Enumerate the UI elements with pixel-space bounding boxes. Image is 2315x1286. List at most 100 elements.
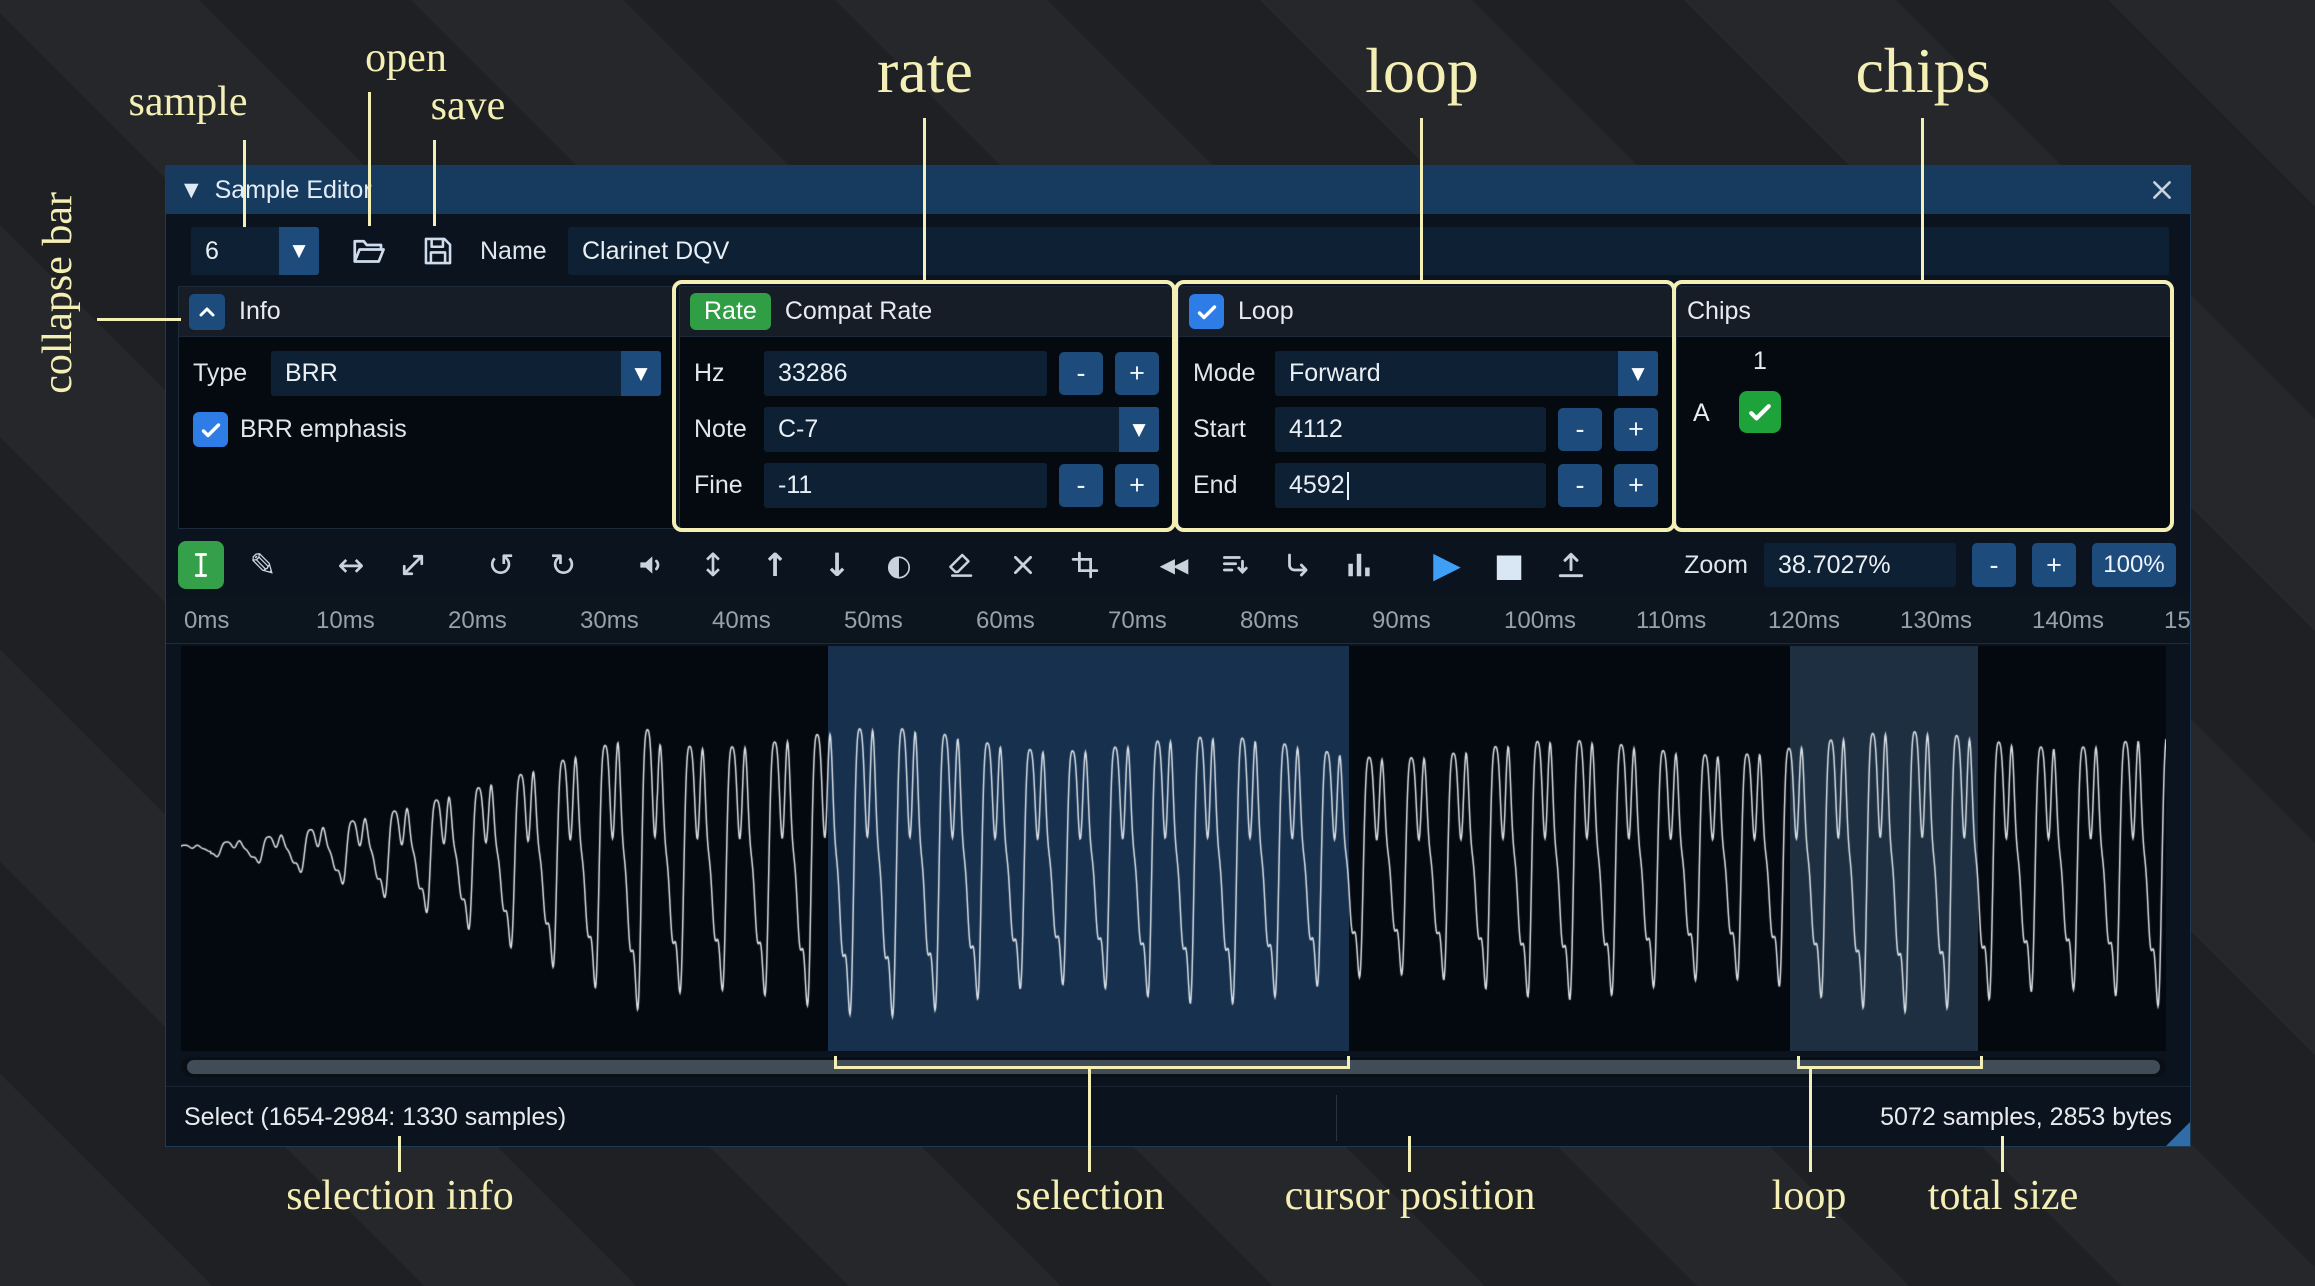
zoom-in-button[interactable]: +: [2032, 543, 2076, 587]
window-title: Sample Editor: [214, 175, 372, 204]
loop-start-input[interactable]: 4112: [1275, 407, 1546, 452]
play-button[interactable]: ▶: [1424, 541, 1470, 589]
delete-button[interactable]: [1000, 541, 1046, 589]
horizontal-arrows-icon: ↔: [337, 546, 365, 584]
pencil-icon: ✎: [249, 546, 277, 584]
loop-panel-title: Loop: [1238, 297, 1294, 325]
annotation-selection-info: selection info: [286, 1173, 514, 1219]
stop-button[interactable]: ■: [1486, 541, 1532, 589]
fine-input[interactable]: -11: [764, 463, 1047, 508]
normalize-button[interactable]: ↕: [690, 541, 736, 589]
filter-button[interactable]: [1212, 541, 1258, 589]
check-icon: [1749, 404, 1771, 421]
loop-end-decrement-button[interactable]: -: [1558, 464, 1602, 507]
export-button[interactable]: [1548, 541, 1594, 589]
redo-button[interactable]: ↻: [540, 541, 586, 589]
loop-end-label: End: [1193, 471, 1238, 499]
zoom-out-button[interactable]: -: [1972, 543, 2016, 587]
sample-type-select[interactable]: BRR ▼: [271, 351, 661, 396]
fade-in-button[interactable]: ↑: [752, 541, 798, 589]
arrow-up-icon: ↑: [761, 546, 789, 584]
text-cursor: [1346, 471, 1349, 500]
fine-increment-button[interactable]: +: [1115, 464, 1159, 507]
loop-start-increment-button[interactable]: +: [1614, 408, 1658, 451]
zoom-label: Zoom: [1684, 550, 1748, 579]
fade-out-button[interactable]: ↓: [814, 541, 860, 589]
sample-selector[interactable]: 6 ▼: [191, 227, 319, 275]
hz-input[interactable]: 33286: [764, 351, 1047, 396]
ruler-tick: 130ms: [1900, 607, 1973, 634]
loop-end-input[interactable]: 4592: [1275, 463, 1546, 508]
ruler-tick: 70ms: [1108, 607, 1167, 634]
loop-mode-value: Forward: [1275, 351, 1618, 396]
chip-enable-toggle[interactable]: [1739, 391, 1781, 433]
resize-button[interactable]: ↔: [328, 541, 374, 589]
sample-selector-arrow[interactable]: ▼: [279, 227, 319, 275]
resize-grip[interactable]: [2166, 1122, 2190, 1146]
loop-mode-select[interactable]: Forward ▼: [1275, 351, 1658, 396]
check-icon: [1197, 304, 1216, 319]
reverse-button[interactable]: ◀◀: [1150, 541, 1196, 589]
window-titlebar[interactable]: ▼ Sample Editor: [166, 166, 2190, 214]
total-size-text: 5072 samples, 2853 bytes: [1880, 1103, 2172, 1131]
open-sample-button[interactable]: [344, 227, 394, 275]
draw-mode-button[interactable]: ✎: [240, 541, 286, 589]
fine-label: Fine: [694, 471, 743, 499]
loop-mode-label: Mode: [1193, 359, 1256, 387]
hz-value: 33286: [778, 359, 848, 387]
loop-start-decrement-button[interactable]: -: [1558, 408, 1602, 451]
hz-decrement-button[interactable]: -: [1059, 352, 1103, 395]
window-collapse-icon[interactable]: ▼: [184, 179, 199, 201]
chips-panel-header: Chips: [1677, 287, 2170, 337]
time-ruler: 0ms 10ms 20ms 30ms 40ms 50ms 60ms 70ms 80ms 90ms 1…: [166, 598, 2190, 644]
loop-end-increment-button[interactable]: +: [1614, 464, 1658, 507]
brr-emphasis-checkbox[interactable]: [193, 412, 228, 447]
undo-button[interactable]: ↺: [478, 541, 524, 589]
sample-type-arrow[interactable]: ▼: [621, 351, 661, 396]
selection-bracket-tick: [1347, 1056, 1350, 1067]
rate-panel: Rate Compat Rate Hz 33286 - + Note C-7 ▼: [679, 286, 1174, 529]
annotation-cursor-position: cursor position: [1284, 1173, 1536, 1219]
trim-button[interactable]: [1062, 541, 1108, 589]
silence-button[interactable]: [938, 541, 984, 589]
zoom-value: 38.7027%: [1778, 550, 1891, 579]
invert-button[interactable]: ◐: [876, 541, 922, 589]
note-label: Note: [694, 415, 747, 443]
select-mode-button[interactable]: [178, 541, 224, 589]
screenshot-root: ▼ Sample Editor 6 ▼ Name Clarinet DQV In…: [0, 0, 2315, 1286]
preview-sample-button[interactable]: [628, 541, 674, 589]
loop-mode-arrow[interactable]: ▼: [1618, 351, 1658, 396]
diagonal-arrows-icon: [402, 554, 424, 576]
annotation-line-sample: [243, 140, 246, 227]
status-bar: Select (1654-2984: 1330 samples) 5072 sa…: [166, 1086, 2190, 1148]
hz-label: Hz: [694, 359, 725, 387]
waveform-display[interactable]: [181, 646, 2166, 1051]
collapse-panel-button[interactable]: [189, 293, 225, 330]
chip-row-label: A: [1693, 399, 1710, 427]
selection-info-text: Select (1654-2984: 1330 samples): [184, 1103, 567, 1131]
double-backward-icon: ◀◀: [1159, 553, 1189, 577]
spectrum-button[interactable]: [1336, 541, 1382, 589]
vertical-arrows-icon: ↕: [699, 546, 727, 584]
annotation-chips: chips: [1855, 35, 1991, 106]
resample-button[interactable]: [390, 541, 436, 589]
downsample-button[interactable]: [1274, 541, 1320, 589]
hz-increment-button[interactable]: +: [1115, 352, 1159, 395]
note-select[interactable]: C-7 ▼: [764, 407, 1159, 452]
zoom-input[interactable]: 38.7027%: [1764, 543, 1956, 587]
loop-panel-header: Loop: [1179, 287, 1672, 337]
loop-enable-checkbox[interactable]: [1189, 294, 1224, 329]
save-floppy-icon: [424, 237, 452, 265]
close-icon: [2153, 181, 2171, 199]
eraser-icon: [949, 553, 973, 577]
loop-bracket-tick: [1797, 1056, 1800, 1067]
sample-name-input[interactable]: Clarinet DQV: [568, 227, 2169, 275]
rate-panel-title: Compat Rate: [784, 297, 933, 325]
close-button[interactable]: [2142, 170, 2182, 210]
note-select-arrow[interactable]: ▼: [1119, 407, 1159, 452]
annotation-loop-bottom: loop: [1771, 1173, 1847, 1219]
zoom-reset-button[interactable]: 100%: [2092, 543, 2176, 587]
fine-decrement-button[interactable]: -: [1059, 464, 1103, 507]
sample-name-value: Clarinet DQV: [582, 236, 730, 265]
save-sample-button[interactable]: [414, 227, 462, 275]
